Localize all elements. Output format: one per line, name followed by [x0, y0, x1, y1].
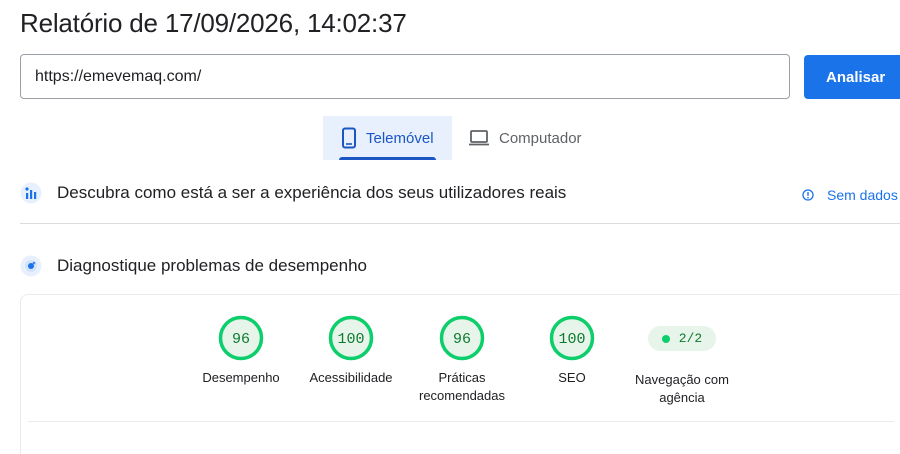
no-data-label: Sem dados — [827, 187, 898, 203]
gauge-performance-value: 96 — [232, 331, 250, 348]
gauge-accessibility-value: 100 — [337, 331, 364, 348]
gauge-accessibility[interactable]: 100 Acessibilidade — [296, 315, 406, 387]
smartphone-icon — [341, 127, 357, 149]
tab-mobile-label: Telemóvel — [366, 129, 434, 147]
gauge-seo-label: SEO — [558, 370, 586, 385]
no-data-link[interactable]: Sem dados — [802, 187, 898, 203]
lighthouse-icon — [20, 255, 42, 277]
agent-navigation-badge[interactable]: 2/2 — [647, 326, 717, 351]
users-chart-icon — [20, 182, 42, 204]
agent-navigation-label: Navegação com agência — [635, 372, 729, 405]
tab-desktop[interactable]: Computador — [466, 116, 606, 160]
field-data-title: Descubra como está a ser a experiência d… — [57, 183, 567, 202]
diagnostics-title: Diagnostique problemas de desempenho — [57, 256, 367, 275]
laptop-icon — [468, 129, 490, 147]
gauge-seo-value: 100 — [558, 331, 585, 348]
tab-desktop-label: Computador — [499, 129, 582, 147]
report-title: Relatório de 17/09/2026, 14:02:37 — [20, 8, 407, 38]
card-divider — [28, 421, 894, 422]
gauge-performance-label: Desempenho — [202, 370, 280, 385]
gauge-best-practices-label: Práticas recomendadas — [419, 370, 505, 403]
agent-navigation-score[interactable]: 2/2 Navegação com agência — [627, 315, 737, 407]
info-icon — [802, 189, 814, 201]
url-input[interactable] — [20, 54, 790, 99]
active-tab-indicator — [339, 157, 436, 160]
diagnostics-section: Diagnostique problemas de desempenho — [20, 255, 367, 277]
pass-dot-icon — [661, 334, 670, 343]
tab-mobile[interactable]: Telemóvel — [323, 116, 452, 160]
gauge-seo[interactable]: 100 SEO — [517, 315, 627, 387]
gauge-accessibility-label: Acessibilidade — [309, 370, 393, 385]
agent-navigation-value: 2/2 — [678, 331, 703, 346]
section-divider — [20, 223, 900, 224]
gauge-best-practices[interactable]: 96 Práticas recomendadas — [407, 315, 517, 405]
field-data-section[interactable]: Descubra como está a ser a experiência d… — [20, 182, 900, 204]
gauge-performance[interactable]: 96 Desempenho — [186, 315, 296, 387]
gauge-best-practices-value: 96 — [453, 331, 471, 348]
analyze-button[interactable]: Analisar — [804, 55, 900, 99]
